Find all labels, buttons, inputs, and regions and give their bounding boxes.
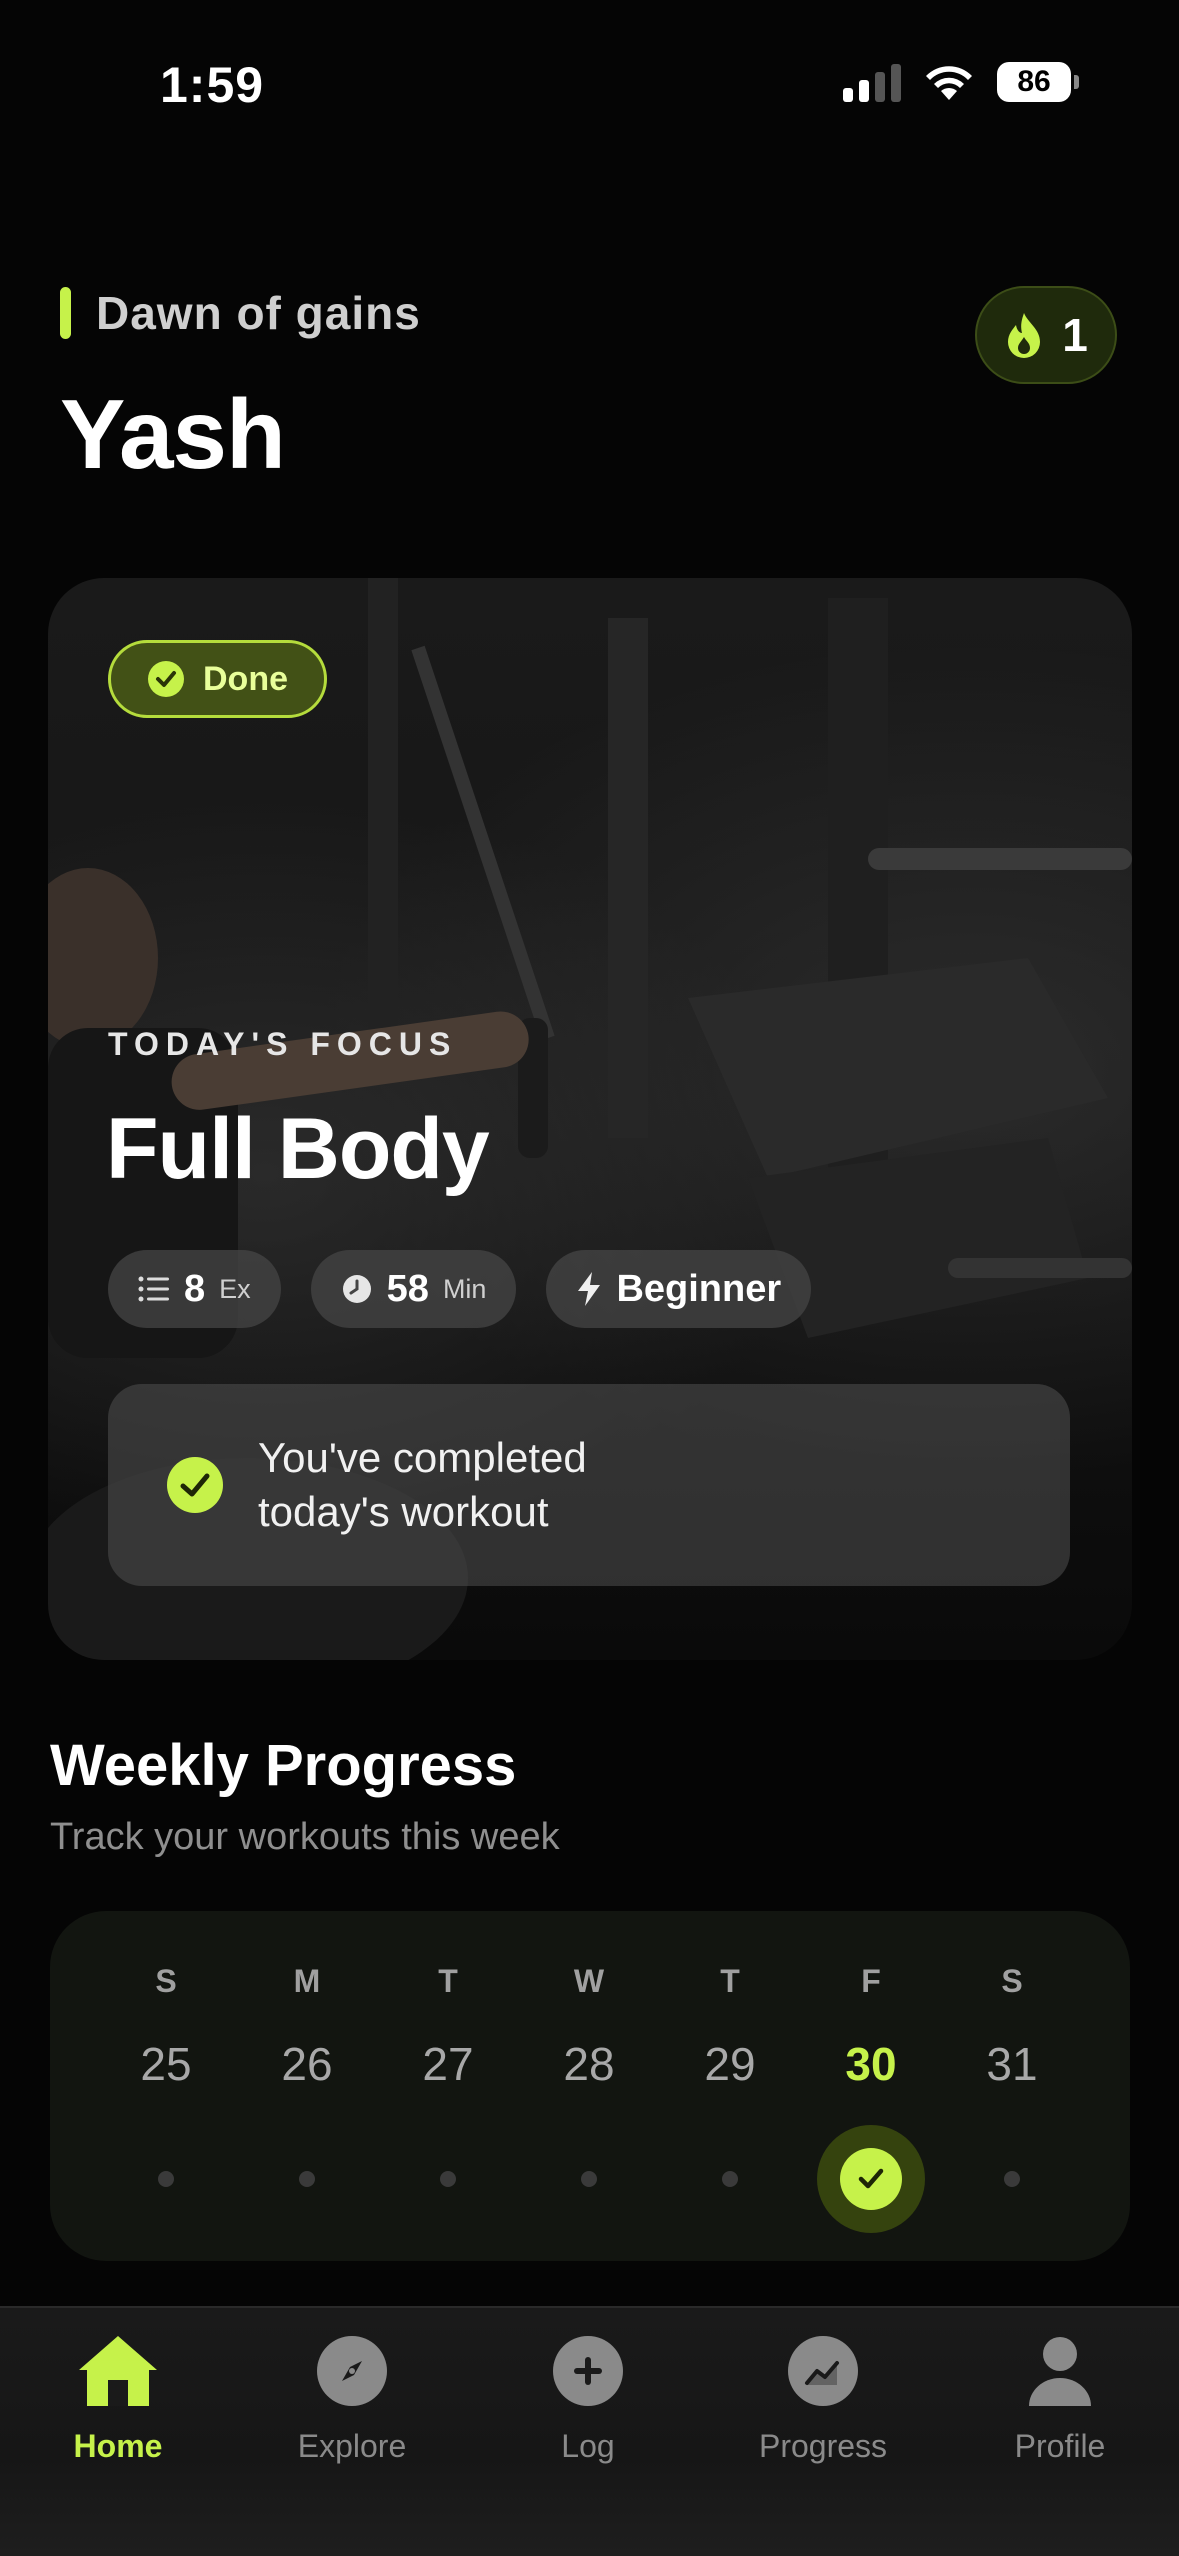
- status-time: 1:59: [160, 57, 265, 113]
- day-letter: M: [293, 1963, 321, 1999]
- day-monday[interactable]: M 26: [247, 1911, 367, 2233]
- day-letter: T: [720, 1963, 740, 1999]
- tab-log[interactable]: Log: [488, 2328, 688, 2465]
- home-screen: 1:59 86 Dawn of gains Yash 1 Done TODAY'…: [0, 0, 1179, 2556]
- check-circle-icon: [148, 661, 184, 697]
- workout-title: Full Body: [106, 1101, 490, 1197]
- cellular-signal-icon: [843, 62, 901, 102]
- tab-explore[interactable]: Explore: [252, 2328, 452, 2465]
- day-date: 28: [563, 2038, 615, 2090]
- completion-message: You've completed today's workout: [258, 1434, 587, 1535]
- home-icon: [79, 2336, 157, 2406]
- tab-label: Profile: [1014, 2428, 1106, 2464]
- streak-badge[interactable]: 1: [975, 286, 1117, 384]
- day-letter: S: [155, 1963, 177, 1999]
- battery-level: 86: [997, 62, 1071, 102]
- day-wednesday[interactable]: W 28: [529, 1911, 649, 2233]
- status-badge-done: Done: [108, 640, 327, 718]
- exercise-count-chip: 8 Ex: [108, 1250, 281, 1328]
- day-date: 25: [140, 2038, 192, 2090]
- tab-label: Home: [73, 2428, 163, 2464]
- person-icon: [1029, 2337, 1091, 2406]
- completed-day-indicator: [817, 2125, 925, 2233]
- check-circle-icon: [167, 1457, 223, 1513]
- exercise-count-unit: Ex: [219, 1273, 251, 1304]
- plus-icon: [553, 2336, 623, 2406]
- difficulty-chip: Beginner: [546, 1250, 812, 1328]
- status-icons: 86: [843, 62, 1079, 102]
- focus-kicker: TODAY'S FOCUS: [108, 1026, 458, 1062]
- streak-count: 1: [1062, 309, 1088, 361]
- tab-label: Progress: [758, 2428, 888, 2464]
- duration-chip: 58 Min: [310, 1250, 517, 1328]
- weekly-progress-title: Weekly Progress: [50, 1733, 517, 1798]
- tab-label: Explore: [297, 2428, 407, 2464]
- day-friday-today[interactable]: F 30: [811, 1911, 931, 2233]
- tab-profile[interactable]: Profile: [960, 2328, 1160, 2465]
- day-date: 31: [986, 2038, 1038, 2090]
- todays-workout-card[interactable]: Done TODAY'S FOCUS Full Body 8 Ex 58 Min…: [48, 578, 1132, 1660]
- incomplete-dot: [1004, 2171, 1020, 2187]
- greeting-accent-bar: [60, 287, 71, 339]
- incomplete-dot: [722, 2171, 738, 2187]
- incomplete-dot: [299, 2171, 315, 2187]
- weekly-progress-subtitle: Track your workouts this week: [50, 1816, 560, 1858]
- day-tuesday[interactable]: T 27: [388, 1911, 508, 2233]
- difficulty-value: Beginner: [616, 1267, 782, 1310]
- day-saturday[interactable]: S 31: [952, 1911, 1072, 2233]
- tab-label: Log: [561, 2428, 615, 2464]
- day-letter: S: [1001, 1963, 1023, 1999]
- day-date: 26: [281, 2038, 333, 2090]
- day-letter: W: [573, 1963, 605, 1999]
- list-icon: [138, 1276, 169, 1302]
- week-calendar: S 25 M 26 T 27 W 28 T 29 F 30 S 31: [50, 1911, 1130, 2261]
- incomplete-dot: [581, 2171, 597, 2187]
- workout-meta-chips: 8 Ex 58 Min Beginner: [108, 1250, 812, 1328]
- duration-unit: Min: [442, 1273, 487, 1304]
- chart-icon: [788, 2336, 858, 2406]
- tab-progress[interactable]: Progress: [723, 2328, 923, 2465]
- bottom-tab-bar: Home Explore Log Progress Profile: [0, 2306, 1179, 2556]
- compass-icon: [317, 2336, 387, 2406]
- incomplete-dot: [158, 2171, 174, 2187]
- clock-icon: [342, 1275, 371, 1303]
- check-icon: [858, 2168, 884, 2189]
- incomplete-dot: [440, 2171, 456, 2187]
- flame-icon: [1008, 313, 1041, 358]
- bolt-icon: [578, 1272, 601, 1306]
- day-date: 27: [422, 2038, 474, 2090]
- completion-banner: You've completed today's workout: [108, 1384, 1070, 1586]
- day-date: 29: [704, 2038, 756, 2090]
- wifi-icon: [926, 66, 972, 100]
- battery-indicator: 86: [997, 62, 1079, 102]
- day-letter: F: [861, 1963, 881, 1999]
- user-name: Yash: [60, 379, 286, 489]
- duration-value: 58: [386, 1267, 429, 1310]
- day-date-today: 30: [845, 2038, 897, 2090]
- day-thursday[interactable]: T 29: [670, 1911, 790, 2233]
- exercise-count-value: 8: [184, 1267, 206, 1310]
- day-sunday[interactable]: S 25: [106, 1911, 226, 2233]
- status-badge-label: Done: [203, 659, 288, 698]
- greeting-text: Dawn of gains: [96, 287, 421, 339]
- tab-home[interactable]: Home: [18, 2328, 218, 2465]
- day-letter: T: [438, 1963, 458, 1999]
